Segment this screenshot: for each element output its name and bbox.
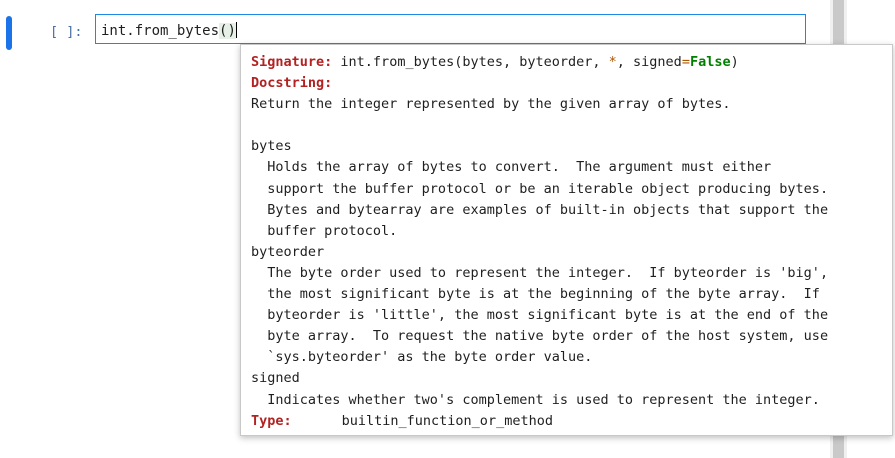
param-description-line: Bytes and bytearray are examples of buil… <box>251 201 829 218</box>
param-description-line: Holds the array of bytes to convert. The… <box>251 159 772 176</box>
docstring-summary: Return the integer represented by the gi… <box>251 96 731 113</box>
inspector-tooltip: Signature: int.from_bytes(bytes, byteord… <box>240 44 893 436</box>
param-description-line: `sys.byteorder' as the byte order value. <box>251 349 593 366</box>
param-description-line: buffer protocol. <box>251 222 398 239</box>
code-function-name: int.from_bytes <box>101 23 220 39</box>
docstring-label: Docstring: <box>251 75 333 92</box>
param-description-line: support the buffer protocol or be an ite… <box>251 180 829 197</box>
notebook-page: [ ]: int.from_bytes() Signature: int.fro… <box>0 0 895 458</box>
signature-equals: = <box>681 54 690 70</box>
param-description-line: The byte order used to represent the int… <box>251 264 829 281</box>
signature-text: int.from_bytes(bytes, byteorder, <box>340 54 609 70</box>
signature-close: ) <box>730 54 739 70</box>
cell-prompt: [ ]: <box>50 24 83 40</box>
signature-star: * <box>608 54 617 70</box>
type-line: Type: builtin_function_or_method <box>251 411 892 432</box>
signature-label: Signature: <box>251 54 333 70</box>
param-description-line: byte array. To request the native byte o… <box>251 328 829 345</box>
type-label: Type: <box>251 412 292 429</box>
code-cell-input[interactable]: int.from_bytes() <box>95 14 806 44</box>
signature-mid: , signed <box>616 54 682 70</box>
signature-default: False <box>689 54 731 70</box>
param-name: bytes <box>251 138 292 155</box>
signature-line: Signature: int.from_bytes(bytes, byteord… <box>251 52 892 73</box>
active-cell-indicator <box>6 16 12 50</box>
type-value: builtin_function_or_method <box>341 412 553 429</box>
code-paren-close: ) <box>227 23 236 39</box>
text-cursor <box>235 22 237 38</box>
param-description-line: byteorder is 'little', the most signific… <box>251 307 829 324</box>
param-description-line: Indicates whether two's complement is us… <box>251 391 820 408</box>
param-name: byteorder <box>251 243 325 260</box>
param-name: signed <box>251 370 300 387</box>
param-description-line: the most significant byte is at the begi… <box>251 286 820 303</box>
code-line[interactable]: int.from_bytes() <box>101 22 237 39</box>
